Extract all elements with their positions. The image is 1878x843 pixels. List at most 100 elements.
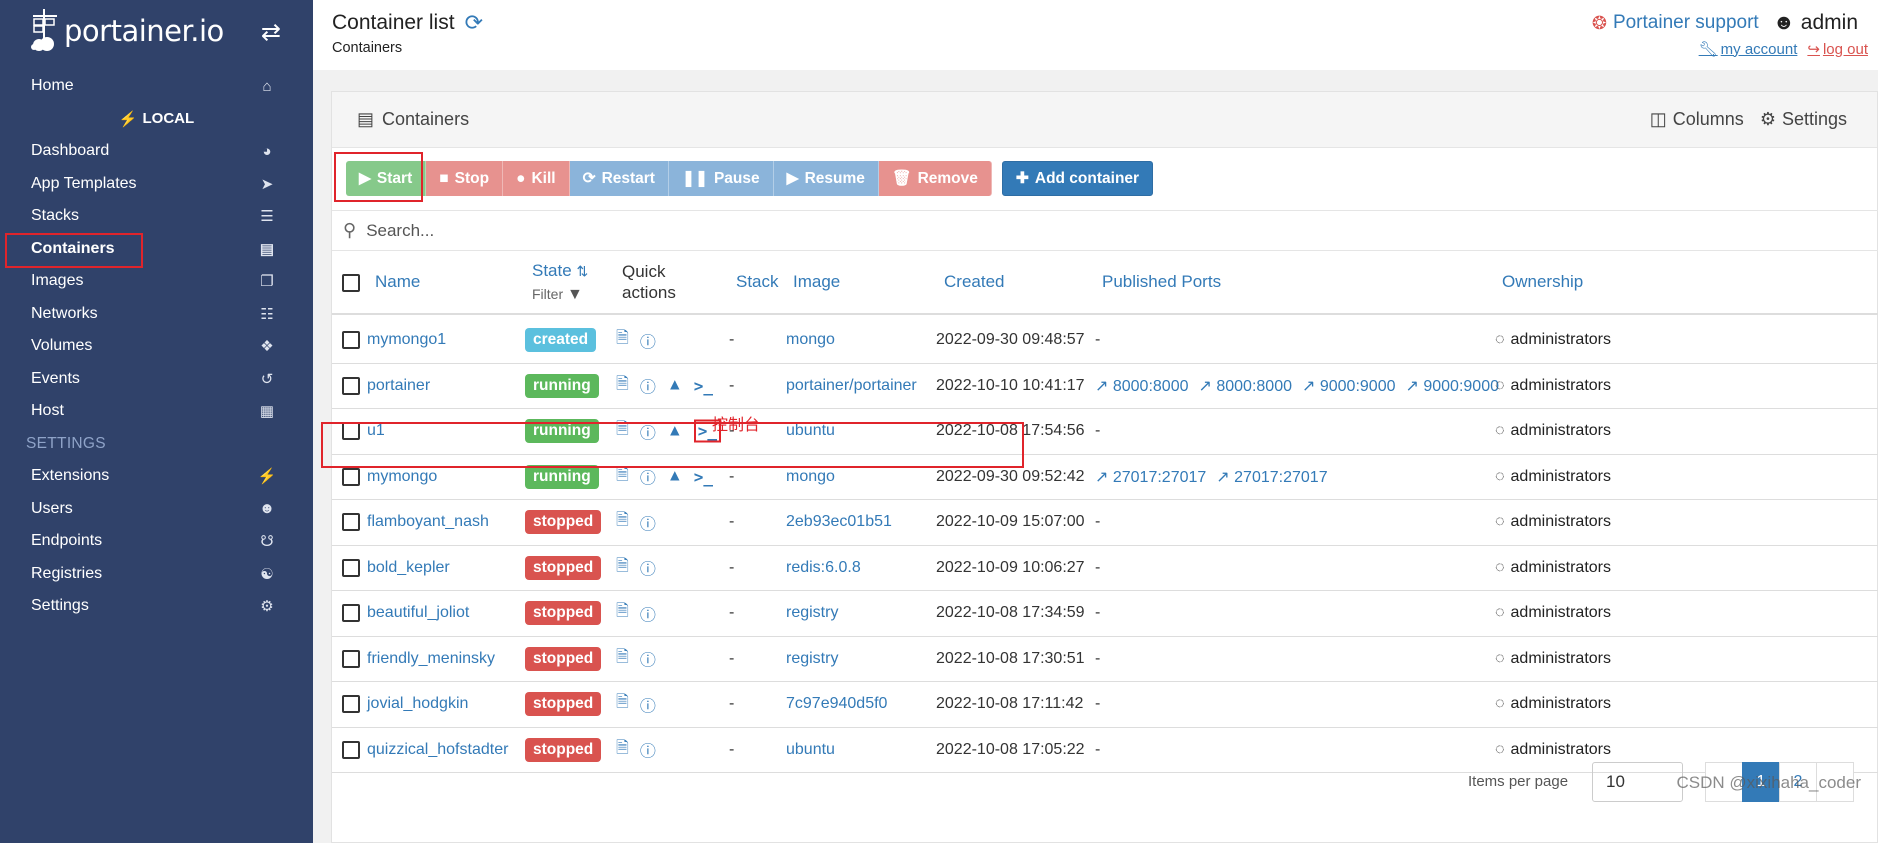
container-name-link[interactable]: u1 xyxy=(367,422,385,440)
column-header-state[interactable]: State ⇅ xyxy=(532,261,588,281)
image-link[interactable]: 7c97e940d5f0 xyxy=(786,695,887,713)
info-circle-icon[interactable]: ⓘ xyxy=(640,556,656,580)
image-link[interactable]: registry xyxy=(786,650,838,668)
stop-button[interactable]: ■ Stop xyxy=(426,161,504,196)
container-name-link[interactable]: flamboyant_nash xyxy=(367,513,489,531)
sidebar-item-registries[interactable]: Registries ☯ xyxy=(0,558,313,591)
file-logs-icon[interactable]: 🗎︎ xyxy=(616,327,629,354)
terminal-console-icon[interactable]: >_ xyxy=(694,467,713,486)
sidebar-item-endpoints[interactable]: Endpoints ☋ xyxy=(0,525,313,558)
info-circle-icon[interactable]: ⓘ xyxy=(640,465,656,489)
sidebar-item-app-templates[interactable]: App Templates ➤ xyxy=(0,168,313,201)
container-name-link[interactable]: friendly_meninsky xyxy=(367,650,495,668)
info-circle-icon[interactable]: ⓘ xyxy=(640,419,656,443)
my-account-link[interactable]: 🔧︎ my account xyxy=(1699,40,1798,59)
image-link[interactable]: portainer/portainer xyxy=(786,377,917,395)
row-checkbox[interactable] xyxy=(342,331,360,349)
port-link[interactable]: ↗ 9000:9000 xyxy=(1302,376,1396,396)
columns-button[interactable]: ◫ Columns xyxy=(1650,109,1744,130)
container-name-link[interactable]: mymongo1 xyxy=(367,331,446,349)
info-circle-icon[interactable]: ⓘ xyxy=(640,601,656,625)
search-input[interactable] xyxy=(366,220,1167,241)
file-logs-icon[interactable]: 🗎︎ xyxy=(616,418,629,445)
port-link[interactable]: ↗ 8000:8000 xyxy=(1095,376,1189,396)
row-checkbox[interactable] xyxy=(342,513,360,531)
pause-button[interactable]: ❚❚ Pause xyxy=(668,161,774,196)
row-checkbox[interactable] xyxy=(342,467,360,486)
stats-chart-icon[interactable]: ▲ xyxy=(667,377,683,395)
port-link[interactable]: ↗ 27017:27017 xyxy=(1095,467,1206,487)
row-checkbox[interactable] xyxy=(342,649,360,668)
image-link[interactable]: redis:6.0.8 xyxy=(786,559,861,577)
sidebar-item-volumes[interactable]: Volumes ❖ xyxy=(0,330,313,363)
sidebar-item-stacks[interactable]: Stacks ☰ xyxy=(0,200,313,233)
column-header-created[interactable]: Created xyxy=(944,272,1004,292)
kill-button[interactable]: ● Kill xyxy=(503,161,570,196)
info-circle-icon[interactable]: ⓘ xyxy=(640,328,656,352)
items-per-page-select[interactable]: 10 xyxy=(1592,762,1683,802)
logo[interactable]: portainer.io ⇄ xyxy=(0,0,313,62)
column-header-ports[interactable]: Published Ports xyxy=(1102,272,1221,292)
sidebar-item-dashboard[interactable]: Dashboard ◕ xyxy=(0,135,313,168)
file-logs-icon[interactable]: 🗎︎ xyxy=(616,372,629,399)
sidebar-item-containers[interactable]: Containers ▤ xyxy=(0,233,313,266)
row-checkbox[interactable] xyxy=(342,604,360,622)
container-name-link[interactable]: jovial_hodgkin xyxy=(367,695,468,713)
image-link[interactable]: mongo xyxy=(786,331,835,349)
file-logs-icon[interactable]: 🗎︎ xyxy=(616,509,629,536)
state-filter[interactable]: Filter ▼ xyxy=(532,286,583,304)
sidebar-item-images[interactable]: Images ❐ xyxy=(0,265,313,298)
row-checkbox[interactable] xyxy=(342,695,360,713)
sidebar-toggle-icon[interactable]: ⇄ xyxy=(261,18,281,47)
file-logs-icon[interactable]: 🗎︎ xyxy=(616,691,629,718)
support-link[interactable]: ❂ Portainer support xyxy=(1592,12,1759,34)
row-checkbox[interactable] xyxy=(342,376,360,395)
terminal-console-icon[interactable]: >_ xyxy=(694,376,713,395)
sidebar-item-home[interactable]: Home ⌂ xyxy=(0,70,313,103)
sidebar-item-extensions[interactable]: Extensions ⚡ xyxy=(0,460,313,493)
container-name-link[interactable]: mymongo xyxy=(367,468,437,486)
start-button[interactable]: ▶ Start xyxy=(346,161,427,196)
image-link[interactable]: registry xyxy=(786,604,838,622)
container-name-link[interactable]: beautiful_joliot xyxy=(367,604,469,622)
column-header-ownership[interactable]: Ownership xyxy=(1502,272,1583,292)
add-container-button[interactable]: ✚ Add container xyxy=(1001,161,1154,196)
ownership-cell: ◌ administrators xyxy=(1495,377,1611,395)
remove-button[interactable]: 🗑︎ Remove xyxy=(878,161,992,196)
file-logs-icon[interactable]: 🗎︎ xyxy=(616,600,629,627)
info-circle-icon[interactable]: ⓘ xyxy=(640,647,656,671)
row-checkbox[interactable] xyxy=(342,558,360,577)
log-out-link[interactable]: ↪ log out xyxy=(1807,40,1868,59)
file-logs-icon[interactable]: 🗎︎ xyxy=(616,463,629,490)
sidebar-item-users[interactable]: Users ☻ xyxy=(0,493,313,526)
file-logs-icon[interactable]: 🗎︎ xyxy=(616,554,629,581)
resume-button[interactable]: ▶ Resume xyxy=(773,161,879,196)
info-circle-icon[interactable]: ⓘ xyxy=(640,510,656,534)
row-checkbox[interactable] xyxy=(342,422,360,440)
info-circle-icon[interactable]: ⓘ xyxy=(640,374,656,398)
restart-button[interactable]: ⟳ Restart xyxy=(569,161,669,196)
image-link[interactable]: mongo xyxy=(786,468,835,486)
port-link[interactable]: ↗ 9000:9000 xyxy=(1406,376,1500,396)
info-circle-icon[interactable]: ⓘ xyxy=(640,692,656,716)
container-name-link[interactable]: bold_kepler xyxy=(367,559,450,577)
port-link[interactable]: ↗ 8000:8000 xyxy=(1199,376,1293,396)
sidebar-item-host[interactable]: Host ▦ xyxy=(0,395,313,428)
container-name-link[interactable]: portainer xyxy=(367,377,430,395)
settings-button[interactable]: ⚙ Settings xyxy=(1760,109,1847,130)
refresh-icon[interactable]: ⟳ xyxy=(465,10,483,36)
file-logs-icon[interactable]: 🗎︎ xyxy=(616,645,629,672)
image-link[interactable]: 2eb93ec01b51 xyxy=(786,513,892,531)
image-link[interactable]: ubuntu xyxy=(786,422,835,440)
stats-chart-icon[interactable]: ▲ xyxy=(667,422,683,440)
select-all-checkbox[interactable] xyxy=(342,274,360,292)
column-header-stack[interactable]: Stack xyxy=(736,272,779,292)
column-header-image[interactable]: Image xyxy=(793,272,840,292)
port-link[interactable]: ↗ 27017:27017 xyxy=(1216,467,1327,487)
column-header-name[interactable]: Name xyxy=(375,272,420,292)
status-badge: stopped xyxy=(525,601,602,626)
sidebar-item-networks[interactable]: Networks ☷ xyxy=(0,298,313,331)
stats-chart-icon[interactable]: ▲ xyxy=(667,468,683,486)
sidebar-item-settings[interactable]: Settings ⚙ xyxy=(0,590,313,623)
sidebar-item-events[interactable]: Events ↺ xyxy=(0,363,313,396)
